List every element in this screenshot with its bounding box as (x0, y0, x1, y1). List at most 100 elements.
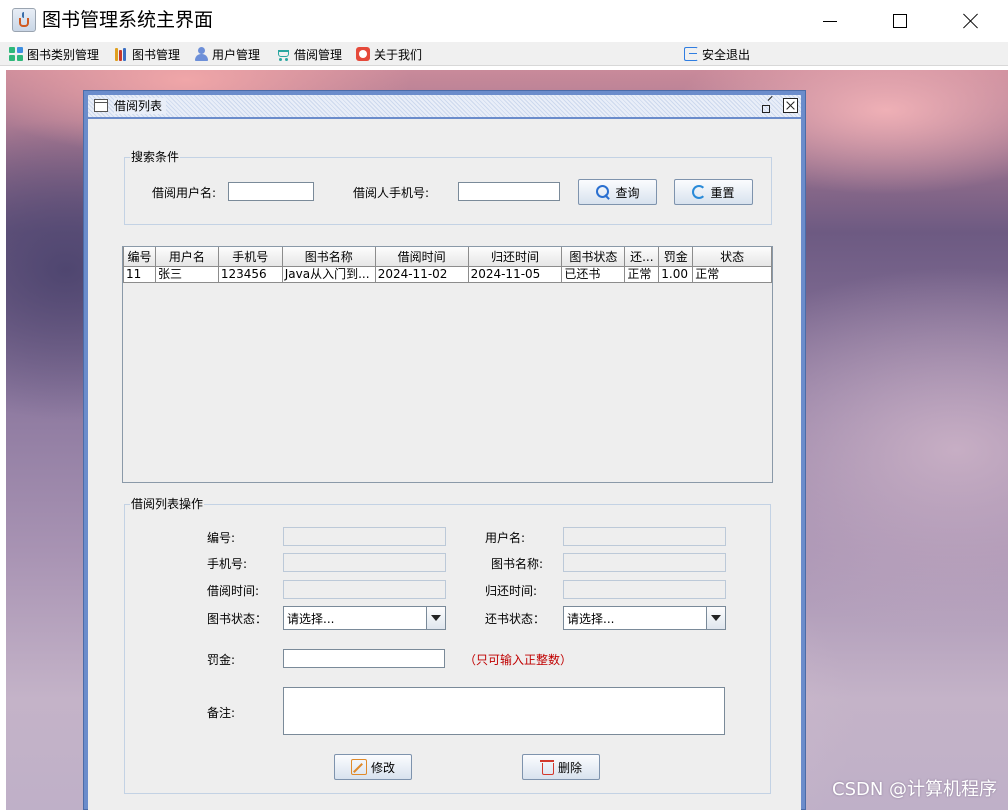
reset-button[interactable]: 重置 (674, 179, 753, 205)
borrow-list-frame: 借阅列表 搜索条件 借阅用户名: 借阅人手机号: 查询 重置 编号 用户名 手机… (83, 90, 806, 810)
cell-book-name: Java从入门到... (281, 265, 376, 283)
operations-group-title: 借阅列表操作 (130, 496, 205, 512)
borrow-table: 编号 用户名 手机号 图书名称 借阅时间 归还时间 图书状态 还... 罚金 状… (123, 247, 772, 283)
fine-label: 罚金: (207, 653, 236, 667)
menu-label: 图书管理 (132, 47, 181, 62)
col-header-book-name[interactable]: 图书名称 (281, 247, 376, 267)
cell-username: 张三 (154, 265, 219, 283)
smile-icon (356, 47, 370, 61)
col-header-phone[interactable]: 手机号 (217, 247, 283, 267)
close-icon (963, 13, 979, 29)
maximize-icon (893, 14, 907, 28)
col-header-username[interactable]: 用户名 (154, 247, 219, 267)
username-field (563, 527, 726, 546)
delete-button-label: 删除 (557, 760, 582, 775)
chevron-down-icon[interactable] (426, 607, 445, 629)
edit-button[interactable]: 修改 (334, 754, 412, 780)
col-header-book-status[interactable]: 图书状态 (561, 247, 626, 267)
note-textarea[interactable] (283, 687, 725, 735)
reset-button-label: 重置 (710, 185, 735, 200)
search-username-label: 借阅用户名: (152, 186, 217, 200)
minimize-button[interactable] (807, 0, 853, 42)
phone-field (283, 553, 446, 572)
search-icon (595, 184, 611, 200)
menu-label: 用户管理 (212, 47, 261, 62)
frame-content: 搜索条件 借阅用户名: 借阅人手机号: 查询 重置 编号 用户名 手机号 图书名… (88, 119, 801, 810)
search-group: 搜索条件 借阅用户名: 借阅人手机号: 查询 重置 (124, 149, 772, 225)
book-status-label: 图书状态： (207, 612, 268, 626)
borrow-time-field (283, 580, 446, 599)
maximize-button[interactable] (877, 0, 923, 42)
search-phone-input[interactable] (458, 182, 560, 201)
frame-restore-icon[interactable] (760, 98, 776, 114)
menu-label: 关于我们 (374, 47, 423, 62)
cell-return-status: 正常 (624, 265, 660, 283)
cell-fine: 1.00 (658, 265, 694, 283)
table-header-row: 编号 用户名 手机号 图书名称 借阅时间 归还时间 图书状态 还... 罚金 状… (123, 247, 772, 267)
cell-id: 11 (123, 265, 156, 283)
table-row[interactable]: 11 张三 123456 Java从入门到... 2024-11-02 2024… (123, 265, 772, 283)
menu-label: 图书类别管理 (27, 47, 100, 62)
edit-button-label: 修改 (370, 760, 395, 775)
chevron-down-icon[interactable] (706, 607, 725, 629)
frame-title: 借阅列表 (114, 98, 167, 114)
return-status-label: 还书状态： (485, 612, 546, 626)
watermark: CSDN @计算机程序 (832, 779, 998, 800)
close-window-button[interactable] (948, 0, 994, 42)
frame-window-icon (94, 99, 108, 112)
cell-phone: 123456 (217, 265, 283, 283)
col-header-return-time[interactable]: 归还时间 (467, 247, 563, 267)
menu-label: 安全退出 (702, 47, 751, 62)
menu-safe-exit[interactable]: 安全退出 (684, 45, 750, 63)
col-header-fine[interactable]: 罚金 (658, 247, 694, 267)
window-title: 图书管理系统主界面 (42, 9, 214, 31)
refresh-icon (692, 185, 707, 199)
col-header-borrow-time[interactable]: 借阅时间 (374, 247, 469, 267)
menu-bar: 图书类别管理 图书管理 用户管理 借阅管理 关于我们 安全退出 (0, 42, 1008, 66)
menu-book-manage[interactable]: 图书管理 (114, 45, 180, 63)
menu-user-manage[interactable]: 用户管理 (194, 45, 260, 63)
book-name-field (563, 553, 726, 572)
phone-label: 手机号: (207, 557, 248, 571)
menu-book-category[interactable]: 图书类别管理 (9, 45, 99, 63)
cell-book-status: 已还书 (561, 265, 626, 283)
grid-icon (9, 47, 23, 61)
menu-about-us[interactable]: 关于我们 (356, 45, 422, 63)
frame-close-icon[interactable] (783, 98, 798, 113)
return-status-select[interactable]: 请选择... (563, 606, 726, 630)
menu-borrow-manage[interactable]: 借阅管理 (276, 45, 342, 63)
window-titlebar: 图书管理系统主界面 (0, 0, 1008, 42)
cell-borrow-time: 2024-11-02 (374, 265, 469, 283)
col-header-id[interactable]: 编号 (123, 247, 156, 267)
trash-icon (539, 759, 554, 775)
col-header-return-status[interactable]: 还... (624, 247, 660, 267)
return-status-selected: 请选择... (567, 612, 615, 626)
search-username-input[interactable] (228, 182, 314, 201)
book-status-select[interactable]: 请选择... (283, 606, 446, 630)
search-phone-label: 借阅人手机号: (353, 186, 430, 200)
edit-icon (350, 759, 367, 775)
col-header-status[interactable]: 状态 (692, 247, 772, 267)
id-label: 编号: (207, 531, 236, 545)
search-group-title: 搜索条件 (130, 149, 181, 165)
username-label: 用户名: (485, 531, 526, 545)
exit-icon (684, 47, 698, 61)
return-time-field (563, 580, 726, 599)
return-time-label: 归还时间: (485, 584, 538, 598)
frame-titlebar[interactable]: 借阅列表 (88, 95, 801, 117)
delete-button[interactable]: 删除 (522, 754, 600, 780)
borrow-table-panel: 编号 用户名 手机号 图书名称 借阅时间 归还时间 图书状态 还... 罚金 状… (122, 246, 773, 483)
borrow-time-label: 借阅时间: (207, 584, 260, 598)
user-icon (194, 47, 208, 61)
id-field (283, 527, 446, 546)
books-icon (114, 47, 128, 61)
note-label: 备注: (207, 706, 236, 720)
cell-return-time: 2024-11-05 (467, 265, 563, 283)
operations-group: 借阅列表操作 编号: 用户名: 手机号: 图书名称: 借阅时间: 归还时间: 图… (124, 496, 771, 794)
java-app-icon (12, 8, 36, 32)
book-name-label: 图书名称: (491, 557, 544, 571)
fine-input[interactable] (283, 649, 445, 668)
fine-hint: （只可输入正整数） (464, 653, 573, 667)
query-button[interactable]: 查询 (578, 179, 657, 205)
menu-label: 借阅管理 (294, 47, 343, 62)
